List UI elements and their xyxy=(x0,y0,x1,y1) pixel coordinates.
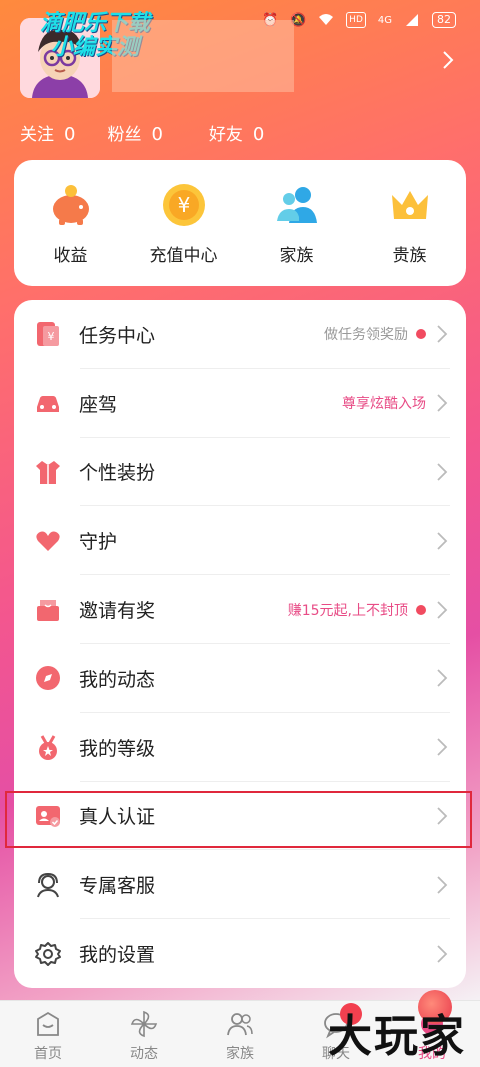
tab-home[interactable]: 首页 xyxy=(0,1001,96,1067)
gift-mail-icon xyxy=(34,596,62,624)
watermark-text: 大玩家 xyxy=(328,1011,466,1062)
menu-label: 我的等级 xyxy=(79,737,156,760)
menu-hint: 赚15元起,上不封顶 xyxy=(287,602,408,619)
quick-family[interactable]: 家族 xyxy=(247,181,347,266)
home-icon xyxy=(37,1011,59,1036)
menu-row-10[interactable]: 我的设置 xyxy=(14,919,466,988)
tab-moments[interactable]: 动态 xyxy=(96,1001,192,1067)
chevron-right-icon xyxy=(437,876,448,894)
family-tab-icon xyxy=(227,1013,253,1036)
profile-chevron-icon[interactable] xyxy=(440,48,456,72)
quick-recharge-label: 充值中心 xyxy=(149,245,218,266)
quick-noble-label: 贵族 xyxy=(392,245,427,266)
menu-label: 专属客服 xyxy=(79,875,156,898)
menu-row-3[interactable]: 个性装扮 xyxy=(14,438,466,507)
hd-icon: HD xyxy=(346,12,366,28)
crown-icon xyxy=(391,190,428,219)
menu-label: 真人认证 xyxy=(79,806,156,829)
stat-following[interactable]: 关注 0 xyxy=(20,120,75,145)
quick-recharge[interactable]: ¥ 充值中心 xyxy=(134,181,234,266)
tab-home-label: 首页 xyxy=(34,1046,62,1062)
piggy-bank-icon xyxy=(52,184,89,225)
menu-label: 个性装扮 xyxy=(79,462,156,485)
menu-row-8[interactable]: 真人认证 xyxy=(14,782,466,851)
stat-value: 0 xyxy=(252,124,265,145)
menu-row-4[interactable]: 守护 xyxy=(14,506,466,576)
svg-text:¥: ¥ xyxy=(177,193,190,217)
chevron-right-icon xyxy=(437,600,448,619)
gear-icon xyxy=(34,940,62,968)
chevron-right-icon xyxy=(437,738,448,756)
menu-right-info: 尊享炫酷入场 xyxy=(342,393,426,413)
stat-friends[interactable]: 好友 0 xyxy=(209,120,264,145)
chevron-right-icon xyxy=(437,532,448,550)
menu-label: 邀请有奖 xyxy=(79,600,156,623)
menu-row-5[interactable]: 邀请有奖 赚15元起,上不封顶 xyxy=(14,575,466,644)
quick-noble[interactable]: 贵族 xyxy=(360,181,460,266)
tab-family[interactable]: 家族 xyxy=(192,1001,288,1067)
menu-row-2[interactable]: 座驾 尊享炫酷入场 xyxy=(14,369,466,438)
yuan-coin-icon: ¥ xyxy=(162,183,205,226)
medal-icon xyxy=(34,733,62,761)
tab-moments-label: 动态 xyxy=(130,1046,158,1062)
chevron-right-icon xyxy=(437,944,448,963)
compass-icon xyxy=(34,664,62,692)
network-label: 4G xyxy=(377,14,392,26)
menu-row-7[interactable]: 我的等级 xyxy=(14,713,466,782)
outfit-icon xyxy=(34,458,62,486)
menu-hint: 做任务领奖励 xyxy=(324,327,408,344)
menu-row-9[interactable]: 专属客服 xyxy=(14,850,466,920)
quick-actions-card: 收益 ¥ 充值中心 家族 贵族 xyxy=(14,160,466,286)
family-icon xyxy=(276,186,317,223)
menu-label: 任务中心 xyxy=(79,324,156,347)
stat-value: 0 xyxy=(64,124,76,145)
headset-icon xyxy=(34,871,62,899)
task-icon: ¥ xyxy=(34,320,62,348)
heart-hand-icon xyxy=(34,527,62,555)
menu-label: 我的设置 xyxy=(79,944,156,967)
stat-label: 好友 xyxy=(208,125,243,145)
chevron-right-icon xyxy=(437,394,448,412)
red-dot-badge xyxy=(416,329,426,340)
quick-family-label: 家族 xyxy=(279,245,314,266)
stat-followers[interactable]: 粉丝 0 xyxy=(107,120,162,145)
menu-label: 座驾 xyxy=(79,393,118,416)
username-block[interactable] xyxy=(112,20,294,92)
pinwheel-icon xyxy=(130,1010,158,1038)
stat-label: 关注 xyxy=(20,125,54,145)
chevron-right-icon xyxy=(437,807,448,825)
menu-label: 我的动态 xyxy=(79,668,156,691)
menu-row-6[interactable]: 我的动态 xyxy=(14,644,466,713)
red-dot-badge xyxy=(416,604,426,615)
stat-value: 0 xyxy=(151,124,163,145)
profile-stats: 关注 0 粉丝 0 好友 0 xyxy=(20,120,264,145)
menu-row-1[interactable]: ¥ 任务中心 做任务领奖励 xyxy=(14,300,466,369)
menu-label: 守护 xyxy=(79,531,118,554)
signal-icon xyxy=(404,12,420,28)
menu-right-info: 做任务领奖励 xyxy=(324,324,426,344)
menu-hint: 尊享炫酷入场 xyxy=(342,396,426,413)
menu-right-info: 赚15元起,上不封顶 xyxy=(288,600,426,620)
menu-card: ¥ 任务中心 做任务领奖励座驾 尊享炫酷入场个性装扮守护邀请有奖 赚15元起,上不封顶我… xyxy=(14,300,466,988)
chevron-right-icon xyxy=(437,325,448,344)
chevron-right-icon xyxy=(437,463,448,481)
svg-text:¥: ¥ xyxy=(48,330,55,343)
quick-income-label: 收益 xyxy=(53,245,88,266)
car-icon xyxy=(34,389,62,417)
tab-family-label: 家族 xyxy=(226,1046,254,1062)
battery-indicator: 82 xyxy=(432,12,456,28)
id-verify-icon xyxy=(34,802,62,830)
stat-label: 粉丝 xyxy=(107,125,142,145)
quick-income[interactable]: 收益 xyxy=(21,181,121,266)
chevron-right-icon xyxy=(437,669,448,688)
wifi-icon xyxy=(318,12,334,28)
